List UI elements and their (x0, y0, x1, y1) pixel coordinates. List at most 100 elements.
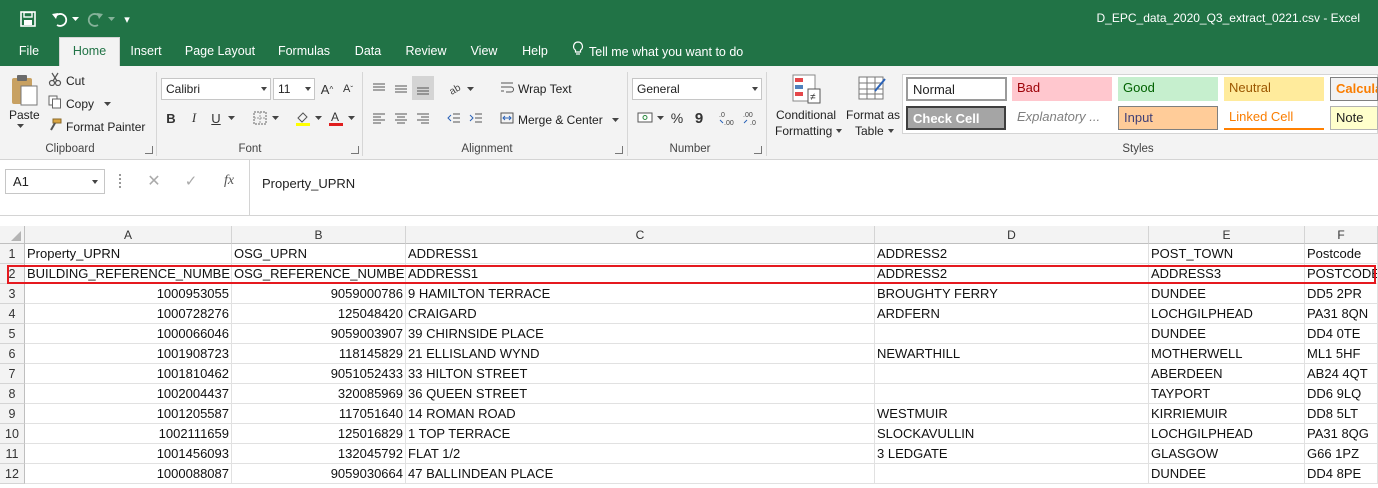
column-header-f[interactable]: F (1305, 226, 1378, 244)
cell-e4[interactable]: LOCHGILPHEAD (1149, 304, 1305, 324)
merge-center-button[interactable]: Merge & Center (500, 111, 619, 128)
cell-f3[interactable]: DD5 2PR (1305, 284, 1378, 304)
bold-button[interactable]: B (162, 108, 180, 128)
tab-view[interactable]: View (464, 38, 504, 66)
cell-b8[interactable]: 320085969 (232, 384, 406, 404)
wrap-text-button[interactable]: Wrap Text (500, 80, 572, 97)
tab-formulas[interactable]: Formulas (272, 38, 336, 66)
cut-button[interactable]: Cut (48, 72, 85, 89)
cell-e10[interactable]: LOCHGILPHEAD (1149, 424, 1305, 444)
cell-a6[interactable]: 1001908723 (25, 344, 232, 364)
cell-f4[interactable]: PA31 8QN (1305, 304, 1378, 324)
row-header[interactable]: 10 (0, 424, 25, 444)
cell-d10[interactable]: SLOCKAVULLIN (875, 424, 1149, 444)
increase-decimal-icon[interactable]: .0.00 (718, 108, 738, 128)
cell-f12[interactable]: DD4 8PE (1305, 464, 1378, 484)
row-header[interactable]: 6 (0, 344, 25, 364)
undo-dropdown-icon[interactable] (70, 8, 80, 30)
cell-d7[interactable] (875, 364, 1149, 384)
paste-dropdown-icon[interactable] (17, 124, 24, 128)
align-middle-icon[interactable] (392, 78, 410, 98)
cell-d3[interactable]: BROUGHTY FERRY (875, 284, 1149, 304)
font-color-dropdown-icon[interactable] (346, 112, 356, 124)
cell-b4[interactable]: 125048420 (232, 304, 406, 324)
font-size-select[interactable]: 11 (273, 78, 315, 100)
tab-help[interactable]: Help (515, 38, 555, 66)
cell-e6[interactable]: MOTHERWELL (1149, 344, 1305, 364)
column-header-c[interactable]: C (406, 226, 875, 244)
tab-insert[interactable]: Insert (124, 38, 168, 66)
orientation-dropdown-icon[interactable] (465, 83, 475, 95)
fill-color-dropdown-icon[interactable] (313, 112, 323, 124)
style-input[interactable]: Input (1118, 106, 1218, 130)
borders-dropdown-icon[interactable] (270, 112, 280, 124)
cell-c6[interactable]: 21 ELLISLAND WYND (406, 344, 875, 364)
underline-dropdown-icon[interactable] (226, 112, 236, 124)
italic-button[interactable]: I (185, 108, 203, 128)
column-header-e[interactable]: E (1149, 226, 1305, 244)
cell-f8[interactable]: DD6 9LQ (1305, 384, 1378, 404)
cell-a8[interactable]: 1002004437 (25, 384, 232, 404)
decrease-decimal-icon[interactable]: .00.0 (742, 108, 762, 128)
insert-function-icon[interactable]: fx (218, 171, 240, 191)
formula-input[interactable]: Property_UPRN (249, 160, 1378, 215)
style-linked-cell[interactable]: Linked Cell (1224, 106, 1324, 130)
accounting-dropdown-icon[interactable] (655, 112, 665, 124)
decrease-font-size-icon[interactable]: Aˇ (340, 80, 356, 98)
cell-d1[interactable]: ADDRESS2 (875, 244, 1149, 264)
undo-icon[interactable] (48, 8, 70, 30)
cell-b5[interactable]: 9059003907 (232, 324, 406, 344)
align-top-icon[interactable] (370, 78, 388, 98)
row-header[interactable]: 11 (0, 444, 25, 464)
row-header[interactable]: 8 (0, 384, 25, 404)
tab-review[interactable]: Review (399, 38, 453, 66)
cell-e8[interactable]: TAYPORT (1149, 384, 1305, 404)
column-header-b[interactable]: B (232, 226, 406, 244)
cell-b6[interactable]: 118145829 (232, 344, 406, 364)
cell-c9[interactable]: 14 ROMAN ROAD (406, 404, 875, 424)
cell-f10[interactable]: PA31 8QG (1305, 424, 1378, 444)
row-header[interactable]: 4 (0, 304, 25, 324)
cell-f9[interactable]: DD8 5LT (1305, 404, 1378, 424)
column-header-d[interactable]: D (875, 226, 1149, 244)
save-icon[interactable] (16, 8, 40, 30)
cell-c5[interactable]: 39 CHIRNSIDE PLACE (406, 324, 875, 344)
cell-d12[interactable] (875, 464, 1149, 484)
cell-b11[interactable]: 132045792 (232, 444, 406, 464)
cell-a1[interactable]: Property_UPRN (25, 244, 232, 264)
name-box[interactable]: A1 (5, 169, 105, 194)
row-header[interactable]: 5 (0, 324, 25, 344)
paste-icon[interactable] (8, 72, 40, 108)
cell-d8[interactable] (875, 384, 1149, 404)
align-center-icon[interactable] (392, 108, 410, 128)
row-header[interactable]: 7 (0, 364, 25, 384)
format-as-table-button[interactable]: Format as (846, 108, 900, 122)
cell-d9[interactable]: WESTMUIR (875, 404, 1149, 424)
clipboard-launcher-icon[interactable] (145, 146, 153, 154)
cell-a9[interactable]: 1001205587 (25, 404, 232, 424)
cell-c3[interactable]: 9 HAMILTON TERRACE (406, 284, 875, 304)
cell-f5[interactable]: DD4 0TE (1305, 324, 1378, 344)
fill-color-icon[interactable] (293, 108, 313, 128)
cell-d4[interactable]: ARDFERN (875, 304, 1149, 324)
cell-d6[interactable]: NEWARTHILL (875, 344, 1149, 364)
borders-icon[interactable] (250, 108, 270, 128)
cell-b1[interactable]: OSG_UPRN (232, 244, 406, 264)
cell-e5[interactable]: DUNDEE (1149, 324, 1305, 344)
cell-b9[interactable]: 117051640 (232, 404, 406, 424)
cell-e1[interactable]: POST_TOWN (1149, 244, 1305, 264)
cell-f6[interactable]: ML1 5HF (1305, 344, 1378, 364)
format-painter-button[interactable]: Format Painter (48, 118, 145, 135)
select-all-button[interactable] (0, 226, 25, 244)
cell-a7[interactable]: 1001810462 (25, 364, 232, 384)
style-neutral[interactable]: Neutral (1224, 77, 1324, 101)
cell-c7[interactable]: 33 HILTON STREET (406, 364, 875, 384)
cell-a5[interactable]: 1000066046 (25, 324, 232, 344)
style-normal[interactable]: Normal (906, 77, 1007, 101)
cell-f7[interactable]: AB24 4QT (1305, 364, 1378, 384)
style-good[interactable]: Good (1118, 77, 1218, 101)
merge-dropdown-icon[interactable] (611, 117, 619, 122)
align-left-icon[interactable] (370, 108, 388, 128)
font-name-select[interactable]: Calibri (161, 78, 271, 100)
cell-c8[interactable]: 36 QUEEN STREET (406, 384, 875, 404)
